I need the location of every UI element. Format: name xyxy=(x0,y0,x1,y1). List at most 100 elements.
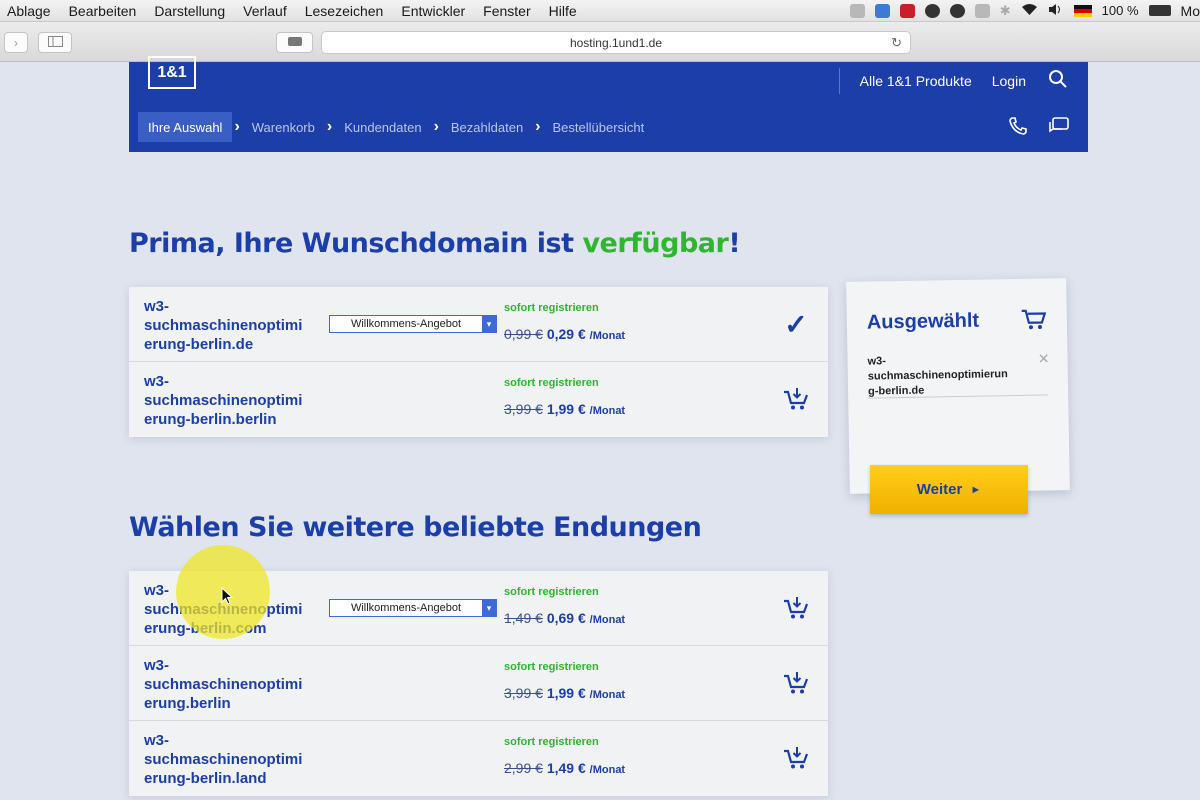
price: 0,99 € 0,29 € /Monat xyxy=(504,326,625,342)
price-unit: /Monat xyxy=(589,405,626,417)
step-3[interactable]: Bezahldaten xyxy=(441,112,533,142)
wifi-icon[interactable] xyxy=(1021,3,1038,19)
menu-bar: Ablage Bearbeiten Darstellung Verlauf Leseze… xyxy=(0,0,1200,22)
add-to-cart-icon[interactable] xyxy=(782,745,810,771)
domain-row: w3- suchmaschinenoptimi erung-berlin.de Wil… xyxy=(129,287,828,362)
cart-item-line: w3-suchmaschinenoptimierun xyxy=(867,355,1008,383)
app-icon[interactable] xyxy=(874,3,890,18)
volume-icon[interactable] xyxy=(1048,3,1064,19)
status-text: sofort registrieren xyxy=(504,736,599,748)
new-price: 1,99 € xyxy=(546,401,586,417)
domain-name: w3- suchmaschinenoptimi erung-berlin.berli… xyxy=(144,372,319,429)
domain-row: w3- suchmaschinenoptimi erung-berlin.berli… xyxy=(129,362,828,437)
all-products-link[interactable]: Alle 1&1 Produkte xyxy=(860,73,972,89)
offer-select[interactable]: Willkommens-Angebot ▾ xyxy=(329,315,497,333)
price-unit: /Monat xyxy=(589,614,626,626)
select-arrow-icon: ▾ xyxy=(482,316,496,332)
headline-text: Prima, Ihre Wunschdomain ist xyxy=(129,228,583,259)
select-arrow-icon: ▾ xyxy=(482,600,496,616)
privacy-button[interactable] xyxy=(276,32,313,53)
chevron-right-icon: › xyxy=(535,118,541,135)
step-2[interactable]: Kundendaten xyxy=(334,112,431,142)
cart-icon xyxy=(1021,308,1047,335)
search-icon[interactable] xyxy=(1048,69,1068,94)
primary-domain-list: w3- suchmaschinenoptimi erung-berlin.de Wil… xyxy=(129,287,828,437)
price-unit: /Monat xyxy=(589,330,626,342)
domain-name: w3- suchmaschinenoptimi erung.berlin xyxy=(144,656,319,713)
add-to-cart-icon[interactable] xyxy=(782,595,810,621)
new-price: 1,49 € xyxy=(546,760,586,776)
add-to-cart-icon[interactable] xyxy=(782,670,810,696)
cart-title: Ausgewählt xyxy=(866,309,980,334)
domain-row: w3- suchmaschinenoptimi erung-berlin.land s… xyxy=(129,721,828,796)
address-bar[interactable]: hosting.1und1.de ↻ xyxy=(321,31,911,54)
top-links: Alle 1&1 Produkte Login xyxy=(838,62,1068,100)
menu-item-verlauf[interactable]: Verlauf xyxy=(234,3,296,19)
headline-highlight: verfügbar xyxy=(582,228,729,259)
domain-name-line: erung-berlin.de xyxy=(144,336,254,353)
chat-icon[interactable] xyxy=(1048,116,1070,141)
menu-item-lesezeichen[interactable]: Lesezeichen xyxy=(296,3,393,19)
status-text: sofort registrieren xyxy=(504,586,599,598)
offer-select-value: Willkommens-Angebot xyxy=(350,318,462,330)
keyboard-layout-flag-icon[interactable] xyxy=(1073,4,1092,17)
continue-button[interactable]: Weiter ► xyxy=(870,465,1028,514)
menu-item-bearbeiten[interactable]: Bearbeiten xyxy=(60,3,146,19)
status-area: ✱ 100 % Mo xyxy=(849,3,1200,19)
site-header: 1&1 Alle 1&1 Produkte Login Ihre Auswahl… xyxy=(129,56,1088,152)
domain-name-line: suchmaschinenoptimi xyxy=(144,676,303,693)
chevron-right-icon: › xyxy=(326,118,333,135)
cart-item-name: w3-suchmaschinenoptimierun g-berlin.de xyxy=(867,352,1023,400)
bluetooth-icon[interactable]: ✱ xyxy=(1000,3,1011,19)
dropbox-icon[interactable] xyxy=(949,3,965,18)
sidebar-toggle-button[interactable] xyxy=(38,32,72,53)
checkmark-icon[interactable]: ✓ xyxy=(782,309,810,340)
offer-select-value: Willkommens-Angebot xyxy=(350,602,462,614)
menu-item-darstellung[interactable]: Darstellung xyxy=(145,3,234,19)
sidebar-icon xyxy=(47,35,63,50)
forward-button[interactable]: › xyxy=(4,32,28,53)
menu-item-entwickler[interactable]: Entwickler xyxy=(392,3,474,19)
mouse-cursor-icon xyxy=(221,586,234,610)
clock-text[interactable]: Mo xyxy=(1181,3,1200,19)
headphones-icon[interactable] xyxy=(924,3,940,18)
add-to-cart-icon[interactable] xyxy=(782,386,810,412)
status-text: sofort registrieren xyxy=(504,302,599,314)
menu-item-fenster[interactable]: Fenster xyxy=(474,3,539,19)
price-unit: /Monat xyxy=(589,689,626,701)
domain-row: w3- suchmaschinenoptimi erung.berlin sofort… xyxy=(129,646,828,721)
battery-percent: 100 % xyxy=(1101,3,1139,18)
offer-select[interactable]: Willkommens-Angebot ▾ xyxy=(329,599,497,617)
domain-name-line: suchmaschinenoptimi xyxy=(144,317,303,334)
domain-name-line: w3- xyxy=(144,657,170,674)
domain-name-line: erung-berlin.berlin xyxy=(144,411,277,428)
domain-name-line: erung-berlin.land xyxy=(144,770,267,787)
record-icon[interactable] xyxy=(899,3,915,18)
battery-icon[interactable] xyxy=(1148,5,1171,16)
menu-item-hilfe[interactable]: Hilfe xyxy=(540,3,586,19)
old-price: 3,99 € xyxy=(504,685,543,701)
time-machine-icon[interactable] xyxy=(974,3,990,18)
old-price: 3,99 € xyxy=(504,401,543,417)
step-0[interactable]: Ihre Auswahl xyxy=(138,112,233,142)
domain-name: w3- suchmaschinenoptimi erung-berlin.land xyxy=(144,731,319,788)
cart-panel: Ausgewählt w3-suchmaschinenoptimierun g-… xyxy=(846,278,1070,494)
menu-item-ablage[interactable]: Ablage xyxy=(0,3,60,19)
price: 2,99 € 1,49 € /Monat xyxy=(504,760,625,776)
chevron-right-icon: › xyxy=(433,118,439,135)
status-text: sofort registrieren xyxy=(504,661,599,673)
site-logo[interactable]: 1&1 xyxy=(148,56,196,89)
new-price: 0,69 € xyxy=(546,610,586,626)
phone-icon[interactable] xyxy=(1008,116,1028,141)
step-4[interactable]: Bestellübersicht xyxy=(543,112,655,142)
chevron-right-icon: › xyxy=(14,35,18,50)
step-1[interactable]: Warenkorb xyxy=(242,112,325,142)
remove-icon[interactable]: ✕ xyxy=(1038,350,1050,367)
domain-name-line: erung.berlin xyxy=(144,695,231,712)
new-price: 0,29 € xyxy=(546,326,586,342)
login-link[interactable]: Login xyxy=(992,73,1026,89)
close-circle-icon[interactable] xyxy=(849,3,865,18)
status-text: sofort registrieren xyxy=(504,377,599,389)
reload-icon[interactable]: ↻ xyxy=(891,35,902,51)
domain-name: w3- suchmaschinenoptimi erung-berlin.de xyxy=(144,297,319,354)
